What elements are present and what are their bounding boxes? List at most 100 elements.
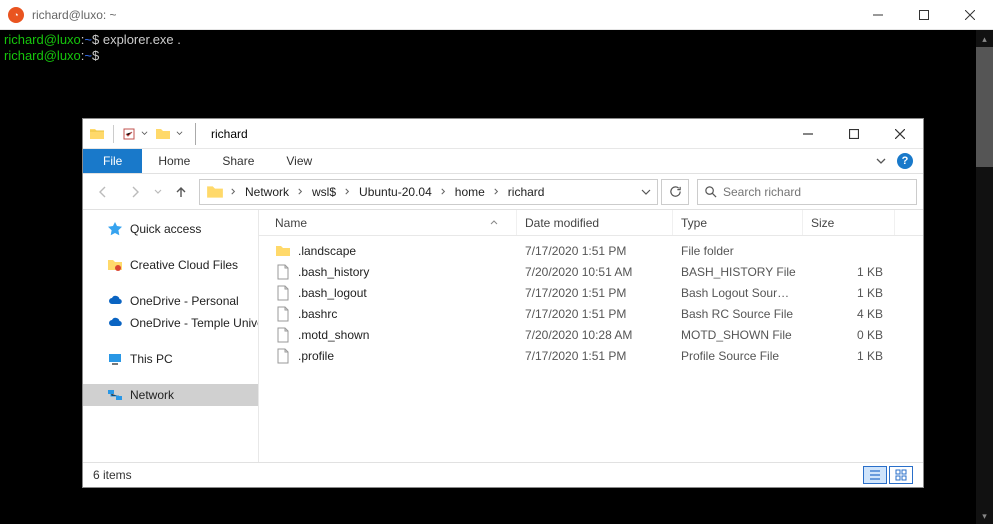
network-icon	[107, 387, 123, 403]
file-rows: .landscape7/17/2020 1:51 PMFile folder.b…	[259, 236, 923, 462]
nav-label: This PC	[130, 352, 173, 366]
term-user: richard@luxo	[4, 32, 81, 47]
file-size: 4 KB	[803, 307, 895, 321]
details-view-button[interactable]	[863, 466, 887, 484]
status-item-count: 6 items	[93, 468, 132, 482]
help-icon[interactable]: ?	[897, 153, 913, 169]
chevron-down-icon[interactable]	[141, 130, 148, 137]
file-type: File folder	[673, 244, 803, 258]
nav-back-button[interactable]	[89, 178, 117, 206]
column-header-date[interactable]: Date modified	[517, 210, 673, 235]
breadcrumb[interactable]: Network	[239, 180, 295, 204]
file-row[interactable]: .bash_logout7/17/2020 1:51 PMBash Logout…	[259, 282, 923, 303]
term-cmd: explorer.exe .	[99, 32, 181, 47]
scroll-up-icon[interactable]: ▴	[976, 30, 993, 47]
column-header-name[interactable]: Name	[271, 210, 517, 235]
address-dropdown-button[interactable]	[637, 187, 655, 197]
breadcrumb[interactable]: richard	[502, 180, 551, 204]
nav-onedrive-personal[interactable]: OneDrive - Personal	[83, 290, 258, 312]
chevron-right-icon[interactable]	[440, 188, 447, 195]
terminal-minimize-button[interactable]	[855, 0, 901, 30]
file-icon	[275, 327, 291, 343]
file-type: MOTD_SHOWN File	[673, 328, 803, 342]
nav-onedrive-temple[interactable]: OneDrive - Temple University	[83, 312, 258, 334]
explorer-maximize-button[interactable]	[831, 119, 877, 149]
nav-quick-access[interactable]: Quick access	[83, 218, 258, 240]
term-path: ~	[84, 48, 92, 63]
file-type: BASH_HISTORY File	[673, 265, 803, 279]
breadcrumb[interactable]: home	[449, 180, 491, 204]
breadcrumb[interactable]: wsl$	[306, 180, 342, 204]
explorer-close-button[interactable]	[877, 119, 923, 149]
breadcrumb[interactable]: Ubuntu-20.04	[353, 180, 438, 204]
address-bar[interactable]: Network wsl$ Ubuntu-20.04 home richard	[199, 179, 658, 205]
chevron-down-icon[interactable]	[176, 130, 183, 137]
nav-label: Quick access	[130, 222, 201, 236]
scroll-down-icon[interactable]: ▾	[976, 507, 993, 524]
file-row[interactable]: .landscape 7/17/2020 1:51 PMFile folder	[259, 240, 923, 261]
quick-access-toolbar-icon[interactable]	[122, 127, 136, 141]
file-name: .profile	[298, 349, 334, 363]
chevron-right-icon[interactable]	[297, 188, 304, 195]
terminal-scrollbar[interactable]: ▴ ▾	[976, 30, 993, 524]
scrollbar-thumb[interactable]	[976, 47, 993, 167]
file-date: 7/17/2020 1:51 PM	[517, 286, 673, 300]
chevron-right-icon[interactable]	[344, 188, 351, 195]
nav-creative-cloud[interactable]: Creative Cloud Files	[83, 254, 258, 276]
column-header-type[interactable]: Type	[673, 210, 803, 235]
nav-forward-button[interactable]	[121, 178, 149, 206]
navigation-pane: Quick access Creative Cloud Files OneDri…	[83, 210, 259, 462]
chevron-right-icon[interactable]	[493, 188, 500, 195]
terminal-titlebar: ◔ richard@luxo: ~	[0, 0, 993, 30]
pc-icon	[107, 351, 123, 367]
nav-label: OneDrive - Personal	[130, 294, 239, 308]
file-icon	[275, 264, 291, 280]
folder-icon[interactable]	[155, 126, 171, 142]
ribbon-view-tab[interactable]: View	[270, 149, 328, 173]
separator	[195, 123, 196, 145]
file-type: Bash RC Source File	[673, 307, 803, 321]
file-row[interactable]: .motd_shown7/20/2020 10:28 AMMOTD_SHOWN …	[259, 324, 923, 345]
large-icons-view-button[interactable]	[889, 466, 913, 484]
file-row[interactable]: .bashrc7/17/2020 1:51 PMBash RC Source F…	[259, 303, 923, 324]
terminal-maximize-button[interactable]	[901, 0, 947, 30]
folder-icon	[275, 243, 291, 259]
nav-network[interactable]: Network	[83, 384, 258, 406]
ribbon-home-tab[interactable]: Home	[142, 149, 206, 173]
file-date: 7/17/2020 1:51 PM	[517, 244, 673, 258]
ribbon-tabs: File Home Share View ?	[83, 149, 923, 174]
explorer-window: richard File Home Share View ? Network w…	[82, 118, 924, 488]
search-box[interactable]	[697, 179, 917, 205]
file-size: 0 KB	[803, 328, 895, 342]
file-type: Profile Source File	[673, 349, 803, 363]
explorer-titlebar[interactable]: richard	[83, 119, 923, 149]
refresh-button[interactable]	[661, 179, 689, 205]
chevron-right-icon[interactable]	[230, 188, 237, 195]
column-header-size[interactable]: Size	[803, 210, 895, 235]
file-row[interactable]: .profile7/17/2020 1:51 PMProfile Source …	[259, 345, 923, 366]
expand-ribbon-icon[interactable]	[875, 155, 887, 167]
file-list-area: Name Date modified Type Size .landscape 7…	[259, 210, 923, 462]
view-switcher	[863, 466, 913, 484]
file-row[interactable]: .bash_history7/20/2020 10:51 AMBASH_HIST…	[259, 261, 923, 282]
ribbon-file-tab[interactable]: File	[83, 149, 142, 173]
search-input[interactable]	[723, 185, 910, 199]
term-user: richard@luxo	[4, 48, 81, 63]
ribbon-share-tab[interactable]: Share	[206, 149, 270, 173]
explorer-minimize-button[interactable]	[785, 119, 831, 149]
file-name: .landscape	[298, 244, 356, 258]
file-date: 7/20/2020 10:51 AM	[517, 265, 673, 279]
nav-this-pc[interactable]: This PC	[83, 348, 258, 370]
file-name: .bash_logout	[298, 286, 367, 300]
status-bar: 6 items	[83, 462, 923, 487]
terminal-close-button[interactable]	[947, 0, 993, 30]
file-name: .motd_shown	[298, 328, 369, 342]
nav-up-button[interactable]	[167, 178, 195, 206]
nav-recent-button[interactable]	[153, 188, 163, 196]
file-icon	[275, 348, 291, 364]
separator	[113, 125, 114, 143]
file-name: .bashrc	[298, 307, 337, 321]
terminal-window-controls	[855, 0, 993, 30]
folder-icon	[89, 126, 105, 142]
file-icon	[275, 285, 291, 301]
